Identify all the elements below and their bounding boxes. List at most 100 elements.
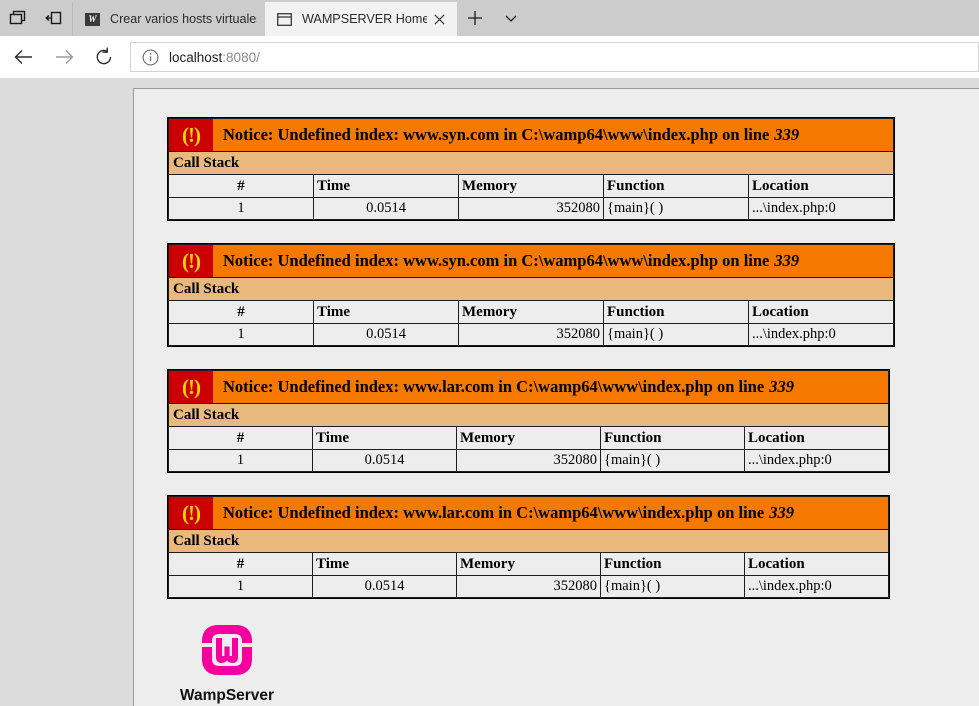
xdebug-error-list: (!) Notice: Undefined index: www.syn.com … xyxy=(167,117,979,599)
browser-tab-1[interactable]: WAMPSERVER Homepa xyxy=(265,2,457,36)
error-line-number: 339 xyxy=(769,503,794,522)
call-stack-header-row: # Time Memory Function Location xyxy=(168,300,894,324)
forward-button[interactable] xyxy=(44,37,84,77)
column-header-function: Function xyxy=(600,426,745,450)
cell-index: 1 xyxy=(168,449,313,472)
column-header-time: Time xyxy=(313,300,459,324)
call-stack-label-row: Call Stack xyxy=(168,151,894,175)
error-header-row: (!) Notice: Undefined index: www.syn.com … xyxy=(168,244,894,278)
error-line-number: 339 xyxy=(774,125,800,144)
call-stack-header-row: # Time Memory Function Location xyxy=(168,174,894,198)
column-header-function: Function xyxy=(603,174,749,198)
back-button[interactable] xyxy=(4,37,44,77)
cell-memory: 352080 xyxy=(456,575,601,598)
cell-memory: 352080 xyxy=(456,449,601,472)
error-line-number: 339 xyxy=(774,251,800,270)
url-host: localhost xyxy=(169,49,223,65)
error-header-row: (!) Notice: Undefined index: www.syn.com … xyxy=(168,118,894,152)
column-header-time: Time xyxy=(312,552,457,576)
error-line-number: 339 xyxy=(769,377,794,396)
error-message: Notice: Undefined index: www.syn.com in … xyxy=(223,251,800,270)
call-stack-row: 1 0.0514 352080 {main}( ) ...\index.php:0 xyxy=(168,575,889,598)
column-header-time: Time xyxy=(313,174,459,198)
cell-location: ...\index.php:0 xyxy=(744,449,889,472)
tab-title-0: Crear varios hosts virtuales xyxy=(110,12,257,26)
page-icon xyxy=(275,10,293,28)
cell-function: {main}( ) xyxy=(603,197,749,220)
cell-location: ...\index.php:0 xyxy=(748,323,894,346)
column-header-time: Time xyxy=(312,426,457,450)
wampserver-logo-icon xyxy=(198,621,256,679)
new-tab-button[interactable] xyxy=(457,0,493,36)
error-header-row: (!) Notice: Undefined index: www.lar.com … xyxy=(168,370,889,404)
cell-time: 0.0514 xyxy=(313,197,459,220)
error-warning-icon: (!) xyxy=(169,245,213,277)
error-warning-icon: (!) xyxy=(169,497,213,529)
call-stack-label: Call Stack xyxy=(168,403,889,427)
call-stack-label: Call Stack xyxy=(168,529,889,553)
call-stack-row: 1 0.0514 352080 {main}( ) ...\index.php:0 xyxy=(168,197,894,220)
address-bar[interactable]: localhost:8080/ xyxy=(130,42,979,72)
xdebug-error-block: (!) Notice: Undefined index: www.lar.com … xyxy=(167,495,890,599)
column-header-: # xyxy=(168,300,314,324)
tab-menu-chevron-down-icon[interactable] xyxy=(493,0,529,36)
call-stack-header-row: # Time Memory Function Location xyxy=(168,552,889,576)
cell-function: {main}( ) xyxy=(603,323,749,346)
tab-strip: W Crear varios hosts virtuales WAMPSERVE… xyxy=(0,0,979,36)
cell-index: 1 xyxy=(168,323,314,346)
browser-tab-0[interactable]: W Crear varios hosts virtuales xyxy=(72,2,265,36)
info-icon[interactable] xyxy=(139,46,161,68)
column-header-location: Location xyxy=(744,426,889,450)
page-viewport: (!) Notice: Undefined index: www.syn.com … xyxy=(0,78,979,706)
column-header-location: Location xyxy=(748,174,894,198)
tab-preview-icon[interactable] xyxy=(0,0,36,36)
xdebug-error-block: (!) Notice: Undefined index: www.syn.com … xyxy=(167,243,895,347)
close-icon[interactable] xyxy=(429,9,449,29)
cell-function: {main}( ) xyxy=(600,575,745,598)
column-header-memory: Memory xyxy=(456,552,601,576)
browser-window: W Crear varios hosts virtuales WAMPSERVE… xyxy=(0,0,979,706)
cell-index: 1 xyxy=(168,575,313,598)
error-message: Notice: Undefined index: www.lar.com in … xyxy=(223,377,794,396)
cell-time: 0.0514 xyxy=(313,323,459,346)
column-header-memory: Memory xyxy=(458,174,604,198)
column-header-: # xyxy=(168,552,313,576)
call-stack-row: 1 0.0514 352080 {main}( ) ...\index.php:0 xyxy=(168,323,894,346)
call-stack-header-row: # Time Memory Function Location xyxy=(168,426,889,450)
error-header-row: (!) Notice: Undefined index: www.lar.com … xyxy=(168,496,889,530)
cell-time: 0.0514 xyxy=(312,449,457,472)
set-tabs-aside-icon[interactable] xyxy=(36,0,72,36)
cell-memory: 352080 xyxy=(458,323,604,346)
error-warning-icon: (!) xyxy=(169,371,213,403)
navigation-bar: localhost:8080/ xyxy=(0,36,979,78)
cell-location: ...\index.php:0 xyxy=(748,197,894,220)
column-header-: # xyxy=(168,426,313,450)
column-header-location: Location xyxy=(744,552,889,576)
cell-memory: 352080 xyxy=(458,197,604,220)
wampserver-branding: WampServer xyxy=(167,621,287,705)
cell-function: {main}( ) xyxy=(600,449,745,472)
column-header-: # xyxy=(168,174,314,198)
error-message: Notice: Undefined index: www.syn.com in … xyxy=(223,125,800,144)
xdebug-error-block: (!) Notice: Undefined index: www.syn.com … xyxy=(167,117,895,221)
xdebug-error-block: (!) Notice: Undefined index: www.lar.com … xyxy=(167,369,890,473)
w-favicon: W xyxy=(83,10,101,28)
wampserver-name: WampServer xyxy=(179,687,275,704)
tab-title-1: WAMPSERVER Homepa xyxy=(302,12,427,26)
call-stack-label-row: Call Stack xyxy=(168,529,889,553)
call-stack-row: 1 0.0514 352080 {main}( ) ...\index.php:0 xyxy=(168,449,889,472)
cell-time: 0.0514 xyxy=(312,575,457,598)
column-header-function: Function xyxy=(600,552,745,576)
page-body: (!) Notice: Undefined index: www.syn.com … xyxy=(134,89,979,706)
refresh-button[interactable] xyxy=(84,37,124,77)
page-content-card: (!) Notice: Undefined index: www.syn.com … xyxy=(133,88,979,706)
error-message: Notice: Undefined index: www.lar.com in … xyxy=(223,503,794,522)
column-header-memory: Memory xyxy=(456,426,601,450)
call-stack-label-row: Call Stack xyxy=(168,403,889,427)
cell-location: ...\index.php:0 xyxy=(744,575,889,598)
cell-index: 1 xyxy=(168,197,314,220)
error-warning-icon: (!) xyxy=(169,119,213,151)
call-stack-label: Call Stack xyxy=(168,151,894,175)
column-header-location: Location xyxy=(748,300,894,324)
column-header-memory: Memory xyxy=(458,300,604,324)
